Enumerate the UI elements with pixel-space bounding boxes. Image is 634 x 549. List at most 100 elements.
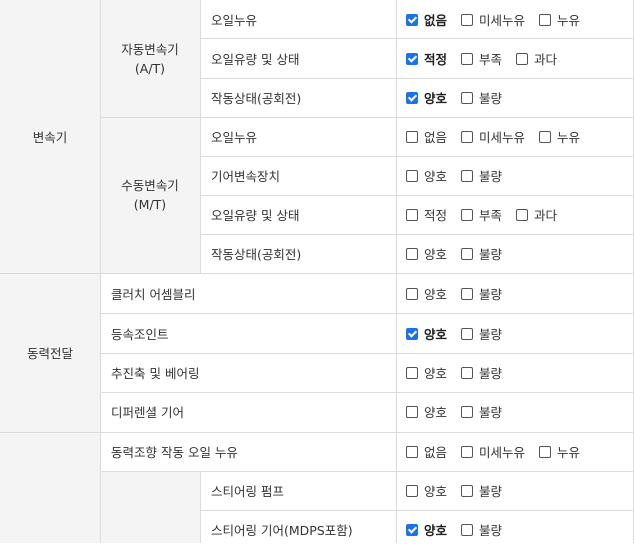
row-label: 오일유량 및 상태 (211, 52, 300, 67)
checkbox[interactable] (516, 208, 529, 221)
subgroup-at: 자동변속기 (A/T) (100, 0, 200, 117)
checkbox[interactable] (461, 91, 474, 104)
row-label: 오일누유 (211, 130, 258, 145)
option-adequate[interactable]: 적정 (406, 205, 447, 224)
group-steering (0, 432, 100, 543)
option-bad[interactable]: 불량 (461, 244, 502, 263)
checkbox[interactable] (406, 247, 418, 260)
checkbox[interactable] (461, 523, 474, 536)
option-adequate[interactable]: 적정 (406, 49, 447, 68)
option-good[interactable]: 양호 (406, 88, 447, 107)
group-transmission: 변속기 (0, 0, 100, 273)
option-good[interactable]: 양호 (406, 284, 447, 303)
row-label: 기어변속장치 (211, 169, 281, 184)
checkbox[interactable] (406, 484, 418, 497)
option-good[interactable]: 양호 (406, 363, 447, 382)
option-bad[interactable]: 불량 (461, 284, 502, 303)
checkbox[interactable] (461, 208, 474, 221)
option-none[interactable]: 없음 (406, 442, 447, 461)
option-leak[interactable]: 누유 (539, 127, 580, 146)
option-bad[interactable]: 불량 (461, 481, 502, 500)
checkbox[interactable] (539, 130, 552, 143)
option-bad[interactable]: 불량 (461, 88, 502, 107)
checkbox[interactable] (461, 484, 474, 497)
options: 없음 미세누유 누유 (406, 117, 594, 156)
checkbox[interactable] (461, 52, 474, 65)
options: 없음 미세누유 누유 (406, 432, 594, 471)
checkbox[interactable] (406, 130, 418, 143)
row-label: 디퍼렌셜 기어 (111, 405, 184, 420)
option-bad[interactable]: 불량 (461, 402, 502, 421)
checkbox[interactable] (406, 445, 418, 458)
row-label: 스티어링 펌프 (211, 484, 284, 499)
options: 양호 불량 (406, 234, 516, 273)
option-bad[interactable]: 불량 (461, 324, 502, 343)
checkbox[interactable] (406, 366, 418, 379)
checkbox[interactable] (406, 169, 418, 182)
subgroup-label: 자동변속기 (A/T) (121, 41, 179, 76)
checkbox-checked[interactable] (406, 52, 418, 65)
row-label: 추진축 및 베어링 (111, 366, 200, 381)
options: 양호 불량 (406, 274, 516, 313)
checkbox[interactable] (461, 366, 474, 379)
row-label: 등속조인트 (111, 327, 169, 342)
option-none[interactable]: 없음 (406, 127, 447, 146)
checkbox-checked[interactable] (406, 91, 418, 104)
checkbox[interactable] (461, 130, 474, 143)
option-slight-leak[interactable]: 미세누유 (461, 127, 525, 146)
checkbox-checked[interactable] (406, 327, 418, 340)
option-slight-leak[interactable]: 미세누유 (461, 10, 525, 29)
inspection-table: 변속기 동력전달 자동변속기 (A/T) 수동변속기 (M/T) 오일누유 없음… (0, 0, 634, 543)
option-excess[interactable]: 과다 (516, 205, 557, 224)
option-none[interactable]: 없음 (406, 10, 447, 29)
options: 양호 불량 (406, 471, 516, 510)
option-bad[interactable]: 불량 (461, 520, 502, 539)
row-label: 스티어링 기어(MDPS포함) (211, 523, 353, 538)
group-label: 동력전달 (26, 346, 73, 361)
options: 양호 불량 (406, 156, 516, 195)
option-leak[interactable]: 누유 (539, 10, 580, 29)
options: 적정 부족 과다 (406, 195, 571, 234)
option-good[interactable]: 양호 (406, 324, 447, 343)
checkbox[interactable] (406, 405, 418, 418)
option-good[interactable]: 양호 (406, 520, 447, 539)
checkbox[interactable] (539, 445, 552, 458)
options: 양호 불량 (406, 353, 516, 392)
checkbox[interactable] (461, 327, 474, 340)
checkbox[interactable] (461, 287, 474, 300)
checkbox[interactable] (539, 13, 552, 26)
row-label: 오일누유 (211, 13, 258, 28)
option-good[interactable]: 양호 (406, 481, 447, 500)
option-good[interactable]: 양호 (406, 166, 447, 185)
option-slight-leak[interactable]: 미세누유 (461, 442, 525, 461)
checkbox[interactable] (461, 169, 474, 182)
checkbox[interactable] (461, 13, 474, 26)
checkbox[interactable] (406, 287, 418, 300)
row-label: 작동상태(공회전) (211, 247, 302, 262)
option-insufficient[interactable]: 부족 (461, 49, 502, 68)
options: 적정 부족 과다 (406, 39, 571, 78)
checkbox-checked[interactable] (406, 523, 418, 536)
row-label: 작동상태(공회전) (211, 91, 302, 106)
row-label: 클러치 어셈블리 (111, 287, 196, 302)
checkbox-checked[interactable] (406, 13, 418, 26)
group-label: 변속기 (32, 130, 68, 145)
option-insufficient[interactable]: 부족 (461, 205, 502, 224)
option-good[interactable]: 양호 (406, 402, 447, 421)
subgroup-label: 수동변속기 (M/T) (121, 178, 179, 212)
option-leak[interactable]: 누유 (539, 442, 580, 461)
option-excess[interactable]: 과다 (516, 49, 557, 68)
checkbox[interactable] (461, 445, 474, 458)
options: 양호 불량 (406, 78, 516, 117)
option-good[interactable]: 양호 (406, 244, 447, 263)
checkbox[interactable] (461, 405, 474, 418)
option-bad[interactable]: 불량 (461, 166, 502, 185)
subgroup-steering-blank (100, 471, 200, 543)
checkbox[interactable] (406, 208, 418, 221)
option-bad[interactable]: 불량 (461, 363, 502, 382)
checkbox[interactable] (516, 52, 529, 65)
checkbox[interactable] (461, 247, 474, 260)
options: 없음 미세누유 누유 (406, 0, 594, 39)
options: 양호 불량 (406, 314, 516, 353)
group-powertrain: 동력전달 (0, 273, 100, 432)
